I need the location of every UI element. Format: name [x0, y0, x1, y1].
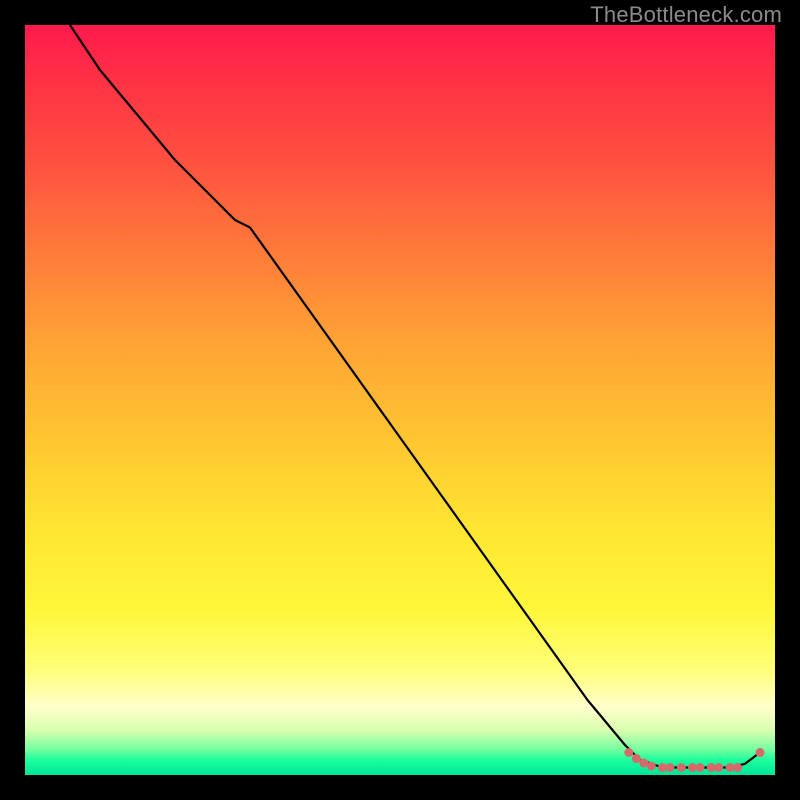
- data-marker: [647, 762, 656, 771]
- data-marker: [624, 748, 633, 757]
- data-marker: [677, 763, 686, 772]
- curve-line: [70, 25, 760, 768]
- data-marker: [714, 763, 723, 772]
- data-marker: [696, 763, 705, 772]
- chart-svg: [25, 25, 775, 775]
- data-marker: [666, 763, 675, 772]
- watermark-text: TheBottleneck.com: [590, 2, 782, 28]
- data-marker: [756, 748, 765, 757]
- chart-frame: TheBottleneck.com: [0, 0, 800, 800]
- data-marker: [632, 754, 641, 763]
- marker-group: [624, 748, 764, 772]
- data-marker: [733, 763, 742, 772]
